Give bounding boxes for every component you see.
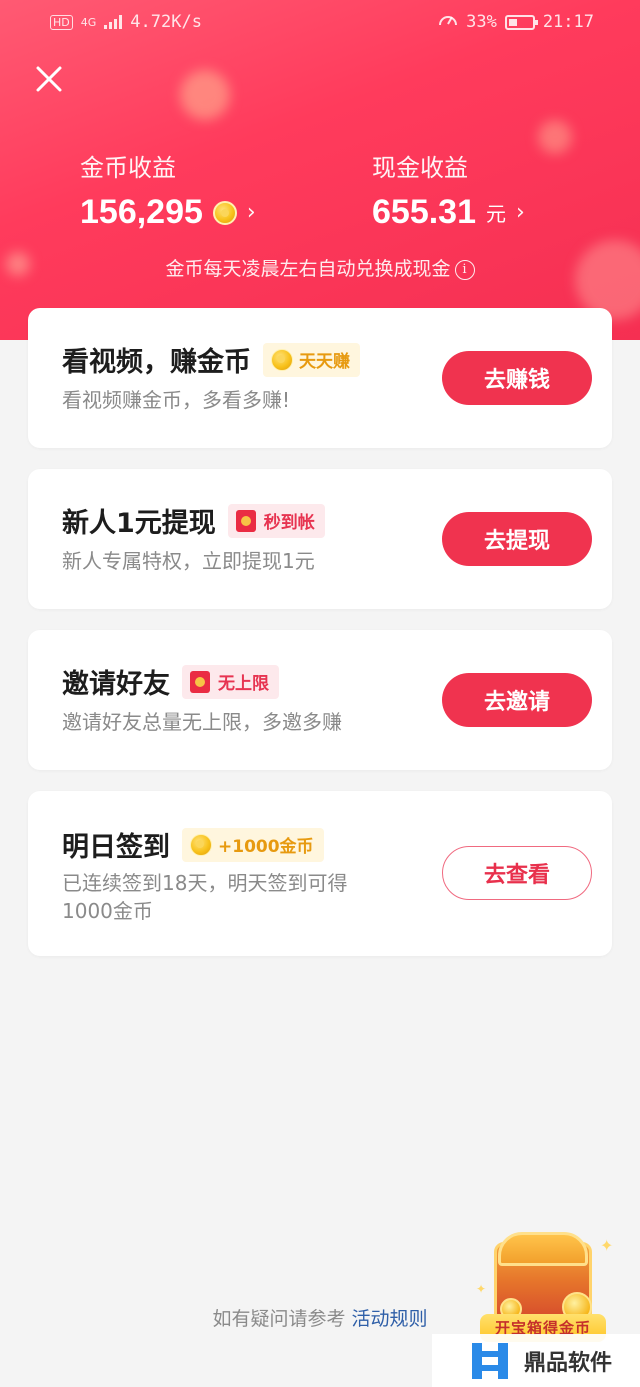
cash-earnings-value: 655.31 xyxy=(372,193,476,231)
task-description: 邀请好友总量无上限，多邀多赚 xyxy=(62,710,342,734)
task-title: 明日签到 xyxy=(62,832,170,863)
clock: 21:17 xyxy=(542,12,594,32)
sparkle-icon: ✦ xyxy=(476,1282,487,1296)
task-description: 看视频赚金币，多看多赚! xyxy=(62,388,291,412)
watermark-logo-icon xyxy=(468,1339,512,1383)
exchange-hint-text: 金币每天凌晨左右自动兑换成现金 xyxy=(165,258,451,280)
activity-rules-link[interactable]: 活动规则 xyxy=(352,1308,428,1330)
task-card-new-user-withdraw: 新人1元提现 秒到帐 新人专属特权，立即提现1元 去提现 xyxy=(28,469,612,609)
sparkle-icon: ✦ xyxy=(600,1236,614,1255)
power-saving-icon xyxy=(438,11,458,34)
invite-button[interactable]: 去邀请 xyxy=(442,673,592,727)
task-card-watch-video: 看视频，赚金币 天天赚 看视频赚金币，多看多赚! 去赚钱 xyxy=(28,308,612,448)
task-card-invite-friends: 邀请好友 无上限 邀请好友总量无上限，多邀多赚 去邀请 xyxy=(28,630,612,770)
withdraw-button[interactable]: 去提现 xyxy=(442,512,592,566)
cash-earnings-label: 现金收益 xyxy=(372,154,468,182)
cash-earnings[interactable]: 现金收益 655.31 元 › xyxy=(372,148,525,232)
task-title: 邀请好友 xyxy=(62,669,170,700)
network-type: 4G xyxy=(80,15,97,29)
task-description: 新人专属特权，立即提现1元 xyxy=(62,549,315,573)
red-envelope-icon xyxy=(235,509,256,532)
coin-earnings[interactable]: 金币收益 156,295 › xyxy=(80,148,256,232)
info-icon[interactable]: i xyxy=(454,259,475,280)
task-tag-label: 秒到帐 xyxy=(263,513,315,533)
coin-earnings-label: 金币收益 xyxy=(80,154,176,182)
watermark: 鼎品软件 xyxy=(432,1334,640,1387)
task-tag-label: 天天赚 xyxy=(299,352,350,372)
chevron-right-icon: › xyxy=(516,200,525,225)
battery-percent: 33% xyxy=(466,12,497,32)
chevron-right-icon: › xyxy=(246,200,256,225)
task-title: 看视频，赚金币 xyxy=(62,347,251,378)
watermark-text: 鼎品软件 xyxy=(524,1350,613,1376)
task-tag: 天天赚 xyxy=(263,342,360,377)
task-title: 新人1元提现 xyxy=(62,508,216,539)
view-checkin-button[interactable]: 去查看 xyxy=(442,846,592,900)
status-bar: HD 4G 4.72K/s 33% 21:17 xyxy=(0,0,640,44)
task-tag: 秒到帐 xyxy=(227,503,325,538)
earnings-header: HD 4G 4.72K/s 33% 21:17 金币收益 156,295 › 现… xyxy=(0,0,640,340)
coin-icon xyxy=(190,833,212,856)
task-tag: 无上限 xyxy=(182,664,279,699)
coin-earnings-value: 156,295 xyxy=(80,193,203,231)
task-description: 已连续签到18天，明天签到可得1000金币 xyxy=(62,871,348,923)
coin-icon xyxy=(271,348,293,371)
decor-glow xyxy=(180,70,230,120)
cash-unit: 元 xyxy=(486,202,506,226)
chest-lid xyxy=(498,1232,588,1266)
close-button[interactable] xyxy=(30,60,68,98)
hd-icon: HD xyxy=(50,14,73,30)
earn-money-button[interactable]: 去赚钱 xyxy=(442,351,592,405)
close-icon xyxy=(36,66,62,92)
signal-icon xyxy=(104,15,123,29)
task-tag-label: +1000金币 xyxy=(218,837,314,857)
red-envelope-icon xyxy=(190,670,210,693)
decor-glow xyxy=(538,120,572,154)
exchange-hint[interactable]: 金币每天凌晨左右自动兑换成现金 i xyxy=(0,254,640,281)
coin-icon xyxy=(212,200,237,225)
help-text: 如有疑问请参考 xyxy=(212,1308,346,1330)
task-card-checkin: 明日签到 +1000金币 已连续签到18天，明天签到可得1000金币 去查看 xyxy=(28,791,612,956)
battery-icon xyxy=(504,14,538,30)
treasure-chest-button[interactable]: ✦ ✦ 开宝箱得金币 xyxy=(476,1232,614,1342)
network-speed: 4.72K/s xyxy=(130,12,202,32)
task-tag: +1000金币 xyxy=(182,827,324,862)
task-tag-label: 无上限 xyxy=(218,674,269,694)
